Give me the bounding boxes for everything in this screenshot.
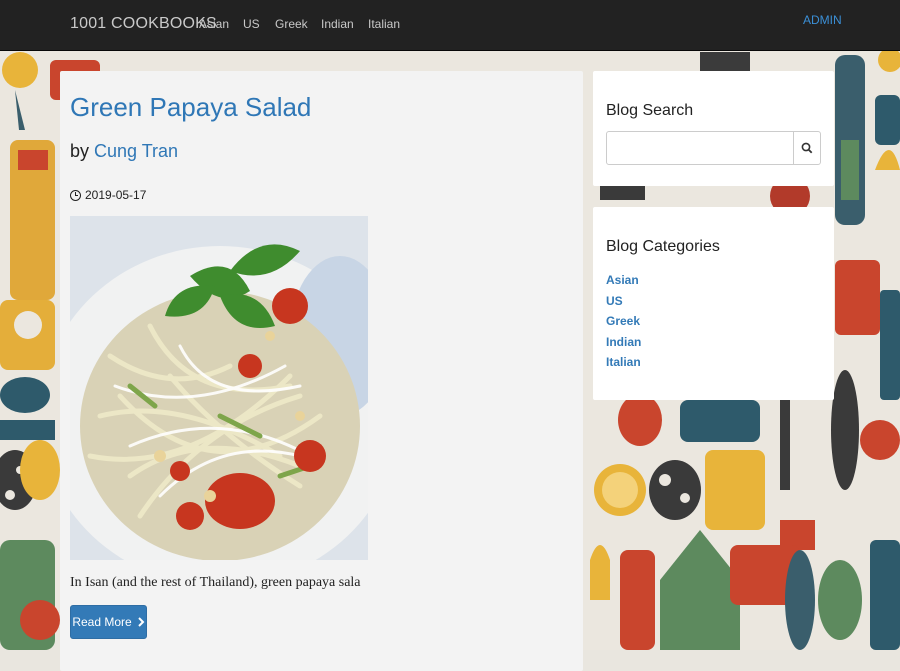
chevron-right-icon <box>137 617 145 627</box>
category-link-indian[interactable]: Indian <box>606 332 641 353</box>
clock-icon <box>70 189 81 201</box>
site-brand-link[interactable]: 1001 COOKBOOKS <box>70 15 217 33</box>
post-date-text: 2019-05-17 <box>85 188 147 202</box>
post-title-link[interactable]: Green Papaya Salad <box>70 92 311 123</box>
category-link-us[interactable]: US <box>606 291 641 312</box>
category-link-asian[interactable]: Asian <box>606 270 641 291</box>
blog-search-title: Blog Search <box>606 102 694 119</box>
nav-link-asian[interactable]: Asian <box>199 17 229 31</box>
blog-categories-title: Blog Categories <box>606 238 720 255</box>
read-more-label: Read More <box>72 615 132 629</box>
post-byline: by Cung Tran <box>70 141 178 162</box>
category-list: Asian US Greek Indian Italian <box>606 270 641 373</box>
author-link[interactable]: Cung Tran <box>94 141 178 161</box>
nav-link-us[interactable]: US <box>243 17 260 31</box>
search-input[interactable] <box>606 131 794 165</box>
read-more-button[interactable]: Read More <box>70 605 147 639</box>
post-date: 2019-05-17 <box>70 188 146 202</box>
admin-link[interactable]: ADMIN <box>803 13 842 27</box>
nav-link-greek[interactable]: Greek <box>275 17 308 31</box>
category-link-greek[interactable]: Greek <box>606 311 641 332</box>
post-excerpt: In Isan (and the rest of Thailand), gree… <box>70 575 361 590</box>
category-link-italian[interactable]: Italian <box>606 352 641 373</box>
blog-post-card: Green Papaya Salad by Cung Tran 2019-05-… <box>60 71 583 671</box>
search-button[interactable] <box>793 131 821 165</box>
byline-prefix: by <box>70 141 95 161</box>
blog-categories-widget: Blog Categories Asian US Greek Indian It… <box>593 207 834 400</box>
top-navbar: 1001 COOKBOOKS Asian US Greek Indian Ita… <box>0 0 900 51</box>
nav-link-indian[interactable]: Indian <box>321 17 354 31</box>
post-image <box>70 216 368 560</box>
nav-link-italian[interactable]: Italian <box>368 17 400 31</box>
search-icon <box>801 142 813 154</box>
blog-search-widget: Blog Search <box>593 71 834 186</box>
